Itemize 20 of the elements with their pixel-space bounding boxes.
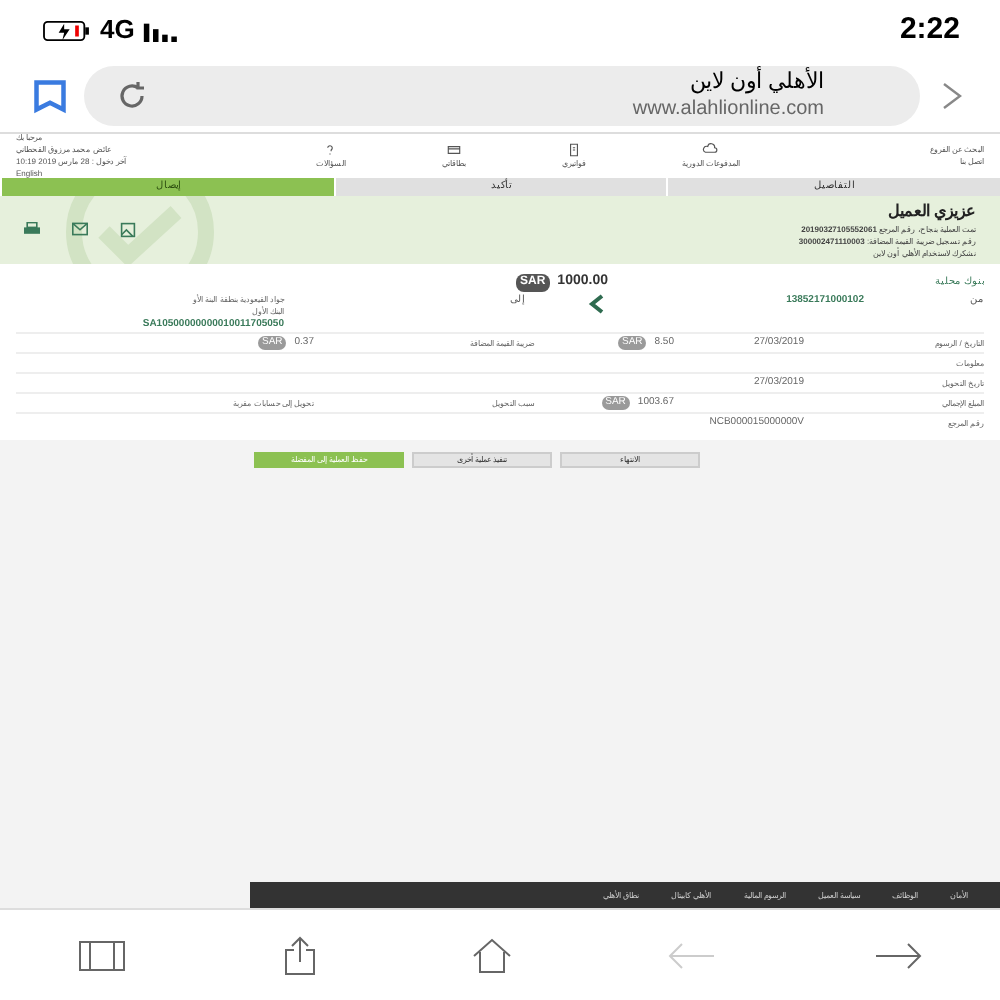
print-icon[interactable] — [24, 222, 40, 236]
bookmarks-icon[interactable] — [32, 78, 68, 114]
bill-icon — [565, 142, 582, 158]
question-icon — [322, 142, 339, 158]
reload-icon[interactable] — [116, 80, 148, 112]
card-icon — [445, 142, 462, 158]
share-icon[interactable] — [283, 935, 316, 975]
page-title: الأهلي أون لاين — [689, 69, 824, 98]
network-label: 4G — [100, 12, 135, 49]
home-icon[interactable] — [471, 937, 512, 973]
cloud-icon — [702, 142, 719, 158]
receipt-title: عزيزي العميل — [887, 200, 976, 224]
image-icon[interactable] — [120, 222, 136, 238]
battery-icon — [40, 19, 92, 41]
clock: 2:22 — [899, 9, 960, 50]
chevron-left-icon — [588, 293, 604, 313]
page-url: www.alahlionline.com — [632, 97, 824, 123]
mail-icon[interactable] — [72, 222, 88, 236]
forward-icon[interactable] — [873, 941, 922, 969]
tabs-icon[interactable] — [78, 939, 127, 971]
